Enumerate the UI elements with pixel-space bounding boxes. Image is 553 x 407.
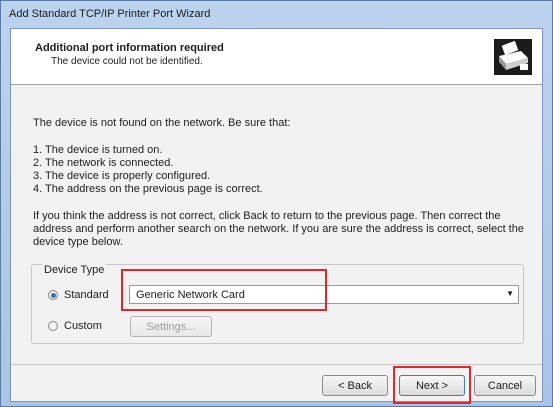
checklist-item: 2. The network is connected. bbox=[33, 157, 174, 169]
next-button[interactable]: Next > bbox=[399, 375, 465, 396]
standard-radio-button[interactable] bbox=[48, 290, 58, 300]
title-bar: Add Standard TCP/IP Printer Port Wizard bbox=[1, 1, 552, 27]
settings-button[interactable]: Settings... bbox=[130, 316, 212, 337]
back-button-label: < Back bbox=[338, 379, 372, 392]
cancel-button-label: Cancel bbox=[487, 379, 523, 392]
checklist-item: 4. The address on the previous page is c… bbox=[33, 183, 263, 195]
next-button-label: Next > bbox=[415, 379, 449, 392]
device-type-group: Device Type Standard Generic Network Car… bbox=[31, 264, 524, 344]
custom-radio-option[interactable]: Custom bbox=[48, 320, 102, 332]
checklist-item: 3. The device is properly configured. bbox=[33, 170, 211, 182]
settings-button-label: Settings... bbox=[146, 320, 196, 333]
dropdown-arrow-icon[interactable]: ▼ bbox=[506, 289, 514, 298]
device-type-dropdown[interactable]: Generic Network Card ▼ bbox=[129, 285, 519, 304]
standard-radio-option[interactable]: Standard bbox=[48, 289, 109, 301]
device-type-legend: Device Type bbox=[42, 264, 107, 276]
custom-radio-button[interactable] bbox=[48, 321, 58, 331]
wizard-window: Add Standard TCP/IP Printer Port Wizard … bbox=[0, 0, 553, 407]
window-title: Add Standard TCP/IP Printer Port Wizard bbox=[9, 8, 211, 20]
custom-radio-label: Custom bbox=[64, 320, 102, 332]
intro-text: The device is not found on the network. … bbox=[33, 117, 291, 129]
header-title: Additional port information required bbox=[35, 42, 224, 54]
printer-network-icon bbox=[494, 39, 532, 75]
device-type-selected-value: Generic Network Card bbox=[136, 288, 245, 301]
wizard-header: Additional port information required The… bbox=[11, 29, 542, 85]
cancel-button[interactable]: Cancel bbox=[474, 375, 536, 396]
footer-separator bbox=[11, 364, 542, 365]
checklist-item: 1. The device is turned on. bbox=[33, 144, 163, 156]
wizard-client-area: Additional port information required The… bbox=[10, 28, 543, 402]
header-subtitle: The device could not be identified. bbox=[51, 56, 203, 67]
standard-radio-label: Standard bbox=[64, 289, 109, 301]
instructions-text: If you think the address is not correct,… bbox=[33, 210, 524, 248]
back-button[interactable]: < Back bbox=[322, 375, 388, 396]
